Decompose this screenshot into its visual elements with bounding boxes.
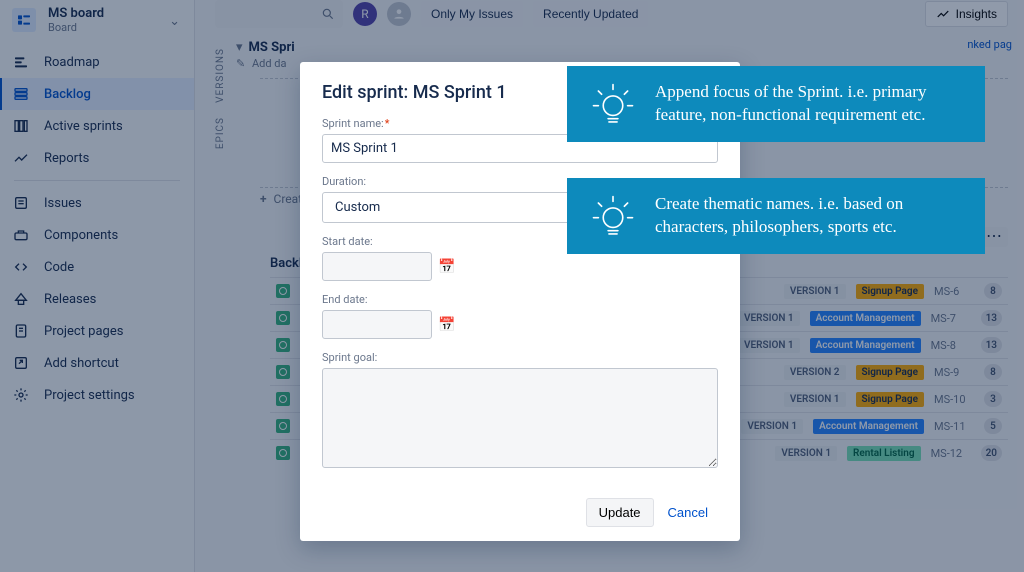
update-button[interactable]: Update bbox=[586, 498, 654, 527]
sprint-goal-textarea[interactable] bbox=[322, 368, 718, 468]
lightbulb-icon bbox=[587, 78, 639, 130]
lightbulb-icon bbox=[587, 190, 639, 242]
calendar-icon[interactable]: 📅 bbox=[438, 317, 455, 333]
start-date-input[interactable] bbox=[322, 252, 432, 281]
tip-text: Create thematic names. i.e. based on cha… bbox=[655, 193, 965, 239]
label-sprint-goal: Sprint goal: bbox=[322, 351, 718, 364]
tip-banner-1: Append focus of the Sprint. i.e. primary… bbox=[567, 66, 985, 142]
tip-banner-2: Create thematic names. i.e. based on cha… bbox=[567, 178, 985, 254]
label-end-date: End date: bbox=[322, 293, 718, 306]
tip-text: Append focus of the Sprint. i.e. primary… bbox=[655, 81, 965, 127]
calendar-icon[interactable]: 📅 bbox=[438, 259, 455, 275]
cancel-button[interactable]: Cancel bbox=[658, 498, 718, 527]
end-date-input[interactable] bbox=[322, 310, 432, 339]
